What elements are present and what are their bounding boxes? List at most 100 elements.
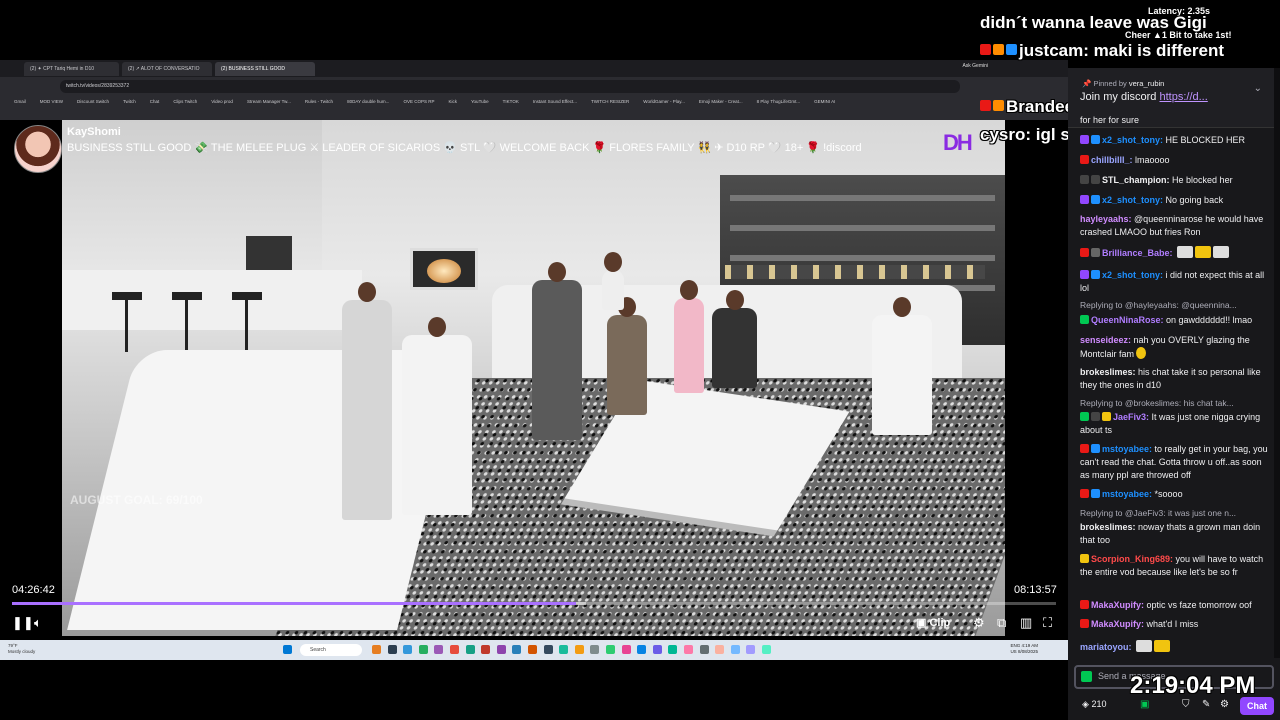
taskbar-app-icon[interactable]	[465, 645, 475, 654]
taskbar-app-icon[interactable]	[496, 645, 506, 654]
taskbar-app-icon[interactable]	[621, 645, 631, 654]
bookmark-item[interactable]: Emoji Maker - Creat...	[699, 96, 743, 108]
user-badge-icon[interactable]	[1080, 155, 1089, 164]
user-badge-icon[interactable]	[1080, 554, 1089, 563]
taskbar-app-icon[interactable]	[512, 645, 522, 654]
user-badge-icon[interactable]	[1091, 135, 1100, 144]
chat-username[interactable]: mstoyabee:	[1102, 489, 1152, 499]
taskbar-app-icon[interactable]	[481, 645, 491, 654]
chat-message[interactable]: MakaXupify: optic vs faze tomorrow oof	[1080, 599, 1270, 612]
taskbar-app-icon[interactable]	[418, 645, 428, 654]
chat-message[interactable]: Brilliance_Babe:	[1080, 246, 1270, 260]
bookmark-item[interactable]: MOD VIEW	[40, 96, 63, 108]
user-badge-icon[interactable]	[1091, 175, 1100, 184]
bookmark-item[interactable]: Clips Twitch	[173, 96, 197, 108]
taskbar-app-icon[interactable]	[528, 645, 537, 654]
taskbar-app-icon[interactable]	[637, 645, 647, 654]
browser-tab-active[interactable]: (2) BUSINESS STILL GOOD	[215, 62, 315, 76]
chat-message[interactable]: hayleyaahs: @queenninarose he would have…	[1080, 213, 1270, 239]
streamer-avatar[interactable]	[14, 125, 62, 173]
user-badge-icon[interactable]	[1080, 444, 1089, 453]
chat-message[interactable]: mstoyabee: to really get in your bag, yo…	[1080, 443, 1270, 482]
bookmark-item[interactable]: TWITCH RESIZER	[591, 96, 629, 108]
taskbar-app-icon[interactable]	[762, 645, 771, 654]
shield-icon[interactable]: ⛉	[1182, 699, 1190, 710]
bookmark-item[interactable]: Discount Switch	[77, 96, 109, 108]
user-badge-icon[interactable]	[1080, 135, 1089, 144]
fullscreen-icon[interactable]: ⛶	[1043, 615, 1052, 631]
taskbar-app-icon[interactable]	[746, 645, 756, 654]
bookmark-item[interactable]: TIKTOK	[503, 96, 519, 108]
video-player[interactable]: (2) ✦ CPT Tariq Hemi in D10 (2) ↗ ALOT O…	[0, 0, 1068, 720]
bookmark-item[interactable]: Rules - Twitch	[305, 96, 333, 108]
taskbar-app-icon[interactable]	[699, 645, 709, 654]
user-badge-icon[interactable]	[1091, 444, 1100, 453]
gift-icon[interactable]: ▣	[1140, 699, 1149, 710]
chat-username[interactable]: chillbilll_:	[1091, 155, 1133, 165]
start-icon[interactable]	[283, 645, 292, 654]
browser-tab[interactable]: (2) ✦ CPT Tariq Hemi in D10	[24, 62, 119, 76]
browser-tab[interactable]: (2) ↗ ALOT OF CONVERSATIO	[122, 62, 212, 76]
user-badge-icon[interactable]	[1080, 412, 1089, 421]
chat-username[interactable]: brokeslimes:	[1080, 367, 1136, 377]
bookmark-item[interactable]: YouTube	[471, 96, 489, 108]
volume-icon[interactable]: 🔈︎	[34, 615, 42, 631]
user-badge-icon[interactable]	[1080, 600, 1089, 609]
pinned-message[interactable]: 📌 Pinned by vera_rubin Join my discord h…	[1068, 68, 1274, 128]
bookmark-item[interactable]: OVE COPS RP	[403, 96, 434, 108]
taskbar-app-icon[interactable]	[574, 645, 584, 654]
bookmark-item[interactable]: Video prod	[211, 96, 233, 108]
chat-message[interactable]: MakaXupify: what'd I miss	[1080, 618, 1270, 631]
emote-icon[interactable]	[1195, 246, 1212, 258]
user-badge-icon[interactable]	[1080, 248, 1089, 257]
chat-message[interactable]: x2_shot_tony: i did not expect this at a…	[1080, 269, 1270, 295]
ask-gemini-button[interactable]: Ask Gemini	[962, 63, 988, 69]
seek-bar[interactable]	[12, 602, 1056, 605]
user-badge-icon[interactable]	[1091, 195, 1100, 204]
taskbar-app-icon[interactable]	[652, 645, 662, 654]
user-badge-icon[interactable]	[1091, 412, 1100, 421]
user-badge-icon[interactable]	[1080, 195, 1089, 204]
bookmark-item[interactable]: Stream Manager Tw...	[247, 96, 291, 108]
chat-username[interactable]: Brilliance_Babe:	[1102, 248, 1173, 258]
gear-icon[interactable]: ⚙	[1220, 699, 1229, 710]
user-badge-icon[interactable]	[1091, 489, 1100, 498]
picture-in-picture-icon[interactable]: ⧉	[997, 615, 1006, 631]
emote-icon[interactable]	[1154, 640, 1171, 652]
chat-message[interactable]: STL_champion: He blocked her	[1080, 174, 1270, 187]
taskbar-app-icon[interactable]	[668, 645, 678, 654]
bookmark-item[interactable]: Kick	[448, 96, 457, 108]
settings-icon[interactable]: ⚙	[973, 615, 985, 631]
user-badge-icon[interactable]	[1091, 248, 1100, 257]
user-badge-icon[interactable]	[1091, 270, 1100, 279]
pinned-link[interactable]: https://d...	[1159, 91, 1207, 103]
bookmark-item[interactable]: GEMINI AI	[814, 96, 835, 108]
taskbar-app-icon[interactable]	[434, 645, 444, 654]
user-badge-icon[interactable]	[1080, 619, 1089, 628]
user-badge-icon[interactable]	[1080, 175, 1089, 184]
chat-username[interactable]: JaeFiv3:	[1113, 412, 1149, 422]
emote-badge-icon[interactable]	[1081, 671, 1092, 682]
user-badge-icon[interactable]	[1102, 412, 1111, 421]
bookmark-item[interactable]: Instant Sound Effect...	[533, 96, 577, 108]
clip-button[interactable]: ▣ Clip	[916, 614, 950, 632]
chat-username[interactable]: hayleyaahs:	[1080, 214, 1132, 224]
user-badge-icon[interactable]	[1080, 315, 1089, 324]
chat-message[interactable]: senseideez: nah you OVERLY glazing the M…	[1080, 334, 1270, 361]
taskbar-app-icon[interactable]	[387, 645, 397, 654]
bookmark-item[interactable]: 8 Play ThugLifeGmt...	[757, 96, 800, 108]
emote-icon[interactable]	[1177, 246, 1194, 258]
emote-icon[interactable]	[1136, 640, 1153, 652]
chat-username[interactable]: QueenNinaRose:	[1091, 315, 1164, 325]
taskbar-app-icon[interactable]	[590, 645, 600, 654]
chat-message[interactable]: mstoyabee: *soooo	[1080, 488, 1270, 501]
chat-username[interactable]: x2_shot_tony:	[1102, 270, 1163, 280]
user-badge-icon[interactable]	[1080, 489, 1089, 498]
chevron-down-icon[interactable]: ⌄	[1254, 83, 1262, 94]
reply-context[interactable]: Replying to @brokeslimes: his chat tak..…	[1080, 398, 1272, 408]
bookmark-item[interactable]: Chat	[150, 96, 160, 108]
taskbar-search[interactable]: Search	[300, 644, 362, 656]
chat-username[interactable]: MakaXupify:	[1091, 600, 1144, 610]
taskbar-app-icon[interactable]	[559, 645, 569, 654]
chat-username[interactable]: x2_shot_tony:	[1102, 195, 1163, 205]
